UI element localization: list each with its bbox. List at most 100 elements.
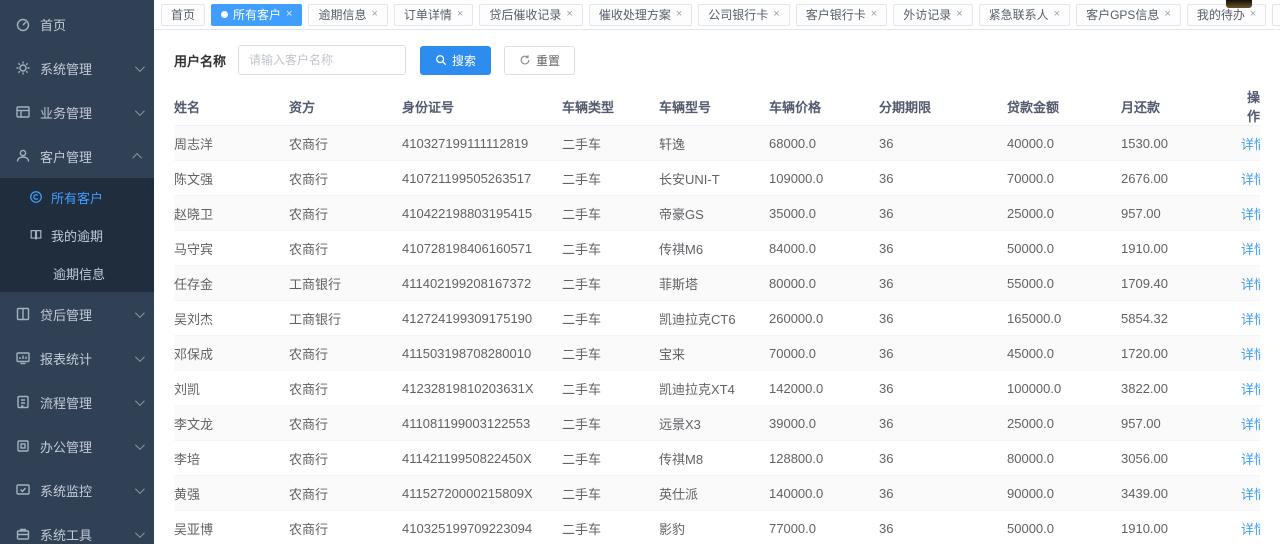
cell-vehicle-price: 128800.0 — [769, 441, 879, 476]
sidebar-item-label: 客户管理 — [40, 147, 135, 166]
sidebar-item-business[interactable]: 业务管理 — [0, 90, 154, 134]
cell-monthly-payment: 3056.00 — [1121, 441, 1241, 476]
column-header: 姓名 — [174, 87, 289, 126]
column-header: 车辆价格 — [769, 87, 879, 126]
sidebar-item-my-overdue[interactable]: 我的逾期 — [0, 216, 154, 254]
detail-link[interactable]: 详情 — [1241, 487, 1260, 502]
detail-link[interactable]: 详情 — [1241, 242, 1260, 257]
detail-link[interactable]: 详情 — [1241, 312, 1260, 327]
sidebar-item-monitoring[interactable]: 系统监控 — [0, 468, 154, 512]
tab-close-icon[interactable]: × — [1164, 9, 1170, 20]
tab[interactable]: 我的流程 × — [1272, 4, 1280, 26]
columns-icon — [15, 306, 31, 322]
cell-funder: 农商行 — [289, 441, 402, 476]
main-area: 首页 × 所有客户 × 逾期信息 × 订单详情 — [154, 0, 1280, 544]
toolbox-icon — [15, 526, 31, 542]
detail-link[interactable]: 详情 — [1241, 277, 1260, 292]
detail-link[interactable]: 详情 — [1241, 137, 1260, 152]
sidebar-item-label: 业务管理 — [40, 103, 135, 122]
tab[interactable]: 催收处理方案 × — [589, 4, 692, 26]
cell-vehicle-price: 39000.0 — [769, 406, 879, 441]
table-row: 吴亚博 农商行 410325199709223094 二手车 影豹 77000.… — [174, 511, 1260, 544]
tab-close-icon[interactable]: × — [956, 9, 962, 20]
tab-close-icon[interactable]: × — [457, 9, 463, 20]
tab[interactable]: 公司银行卡 × — [698, 4, 789, 26]
tab[interactable]: 客户GPS信息 × — [1076, 4, 1181, 26]
tab[interactable]: 所有客户 × — [211, 4, 302, 26]
cell-monthly-payment: 1720.00 — [1121, 336, 1241, 371]
table-row: 刘凯 农商行 41232819810203631X 二手车 凯迪拉克XT4 14… — [174, 371, 1260, 406]
cell-vehicle-model: 帝豪GS — [659, 196, 769, 231]
cell-vehicle-model: 轩逸 — [659, 126, 769, 161]
cell-name: 李文龙 — [174, 406, 289, 441]
tab[interactable]: 订单详情 × — [394, 4, 473, 26]
sidebar-item-customer[interactable]: 客户管理 — [0, 134, 154, 178]
tab-label: 紧急联系人 — [989, 6, 1049, 23]
detail-link[interactable]: 详情 — [1241, 172, 1260, 187]
sidebar-item-process[interactable]: 流程管理 — [0, 380, 154, 424]
tab-close-icon[interactable]: × — [371, 9, 377, 20]
sidebar-item-label: 首页 — [40, 15, 142, 34]
sidebar-item-label: 报表统计 — [40, 349, 135, 368]
tab-close-icon[interactable]: × — [773, 9, 779, 20]
tab[interactable]: 客户银行卡 × — [796, 4, 887, 26]
sidebar-item-system[interactable]: 系统管理 — [0, 46, 154, 90]
detail-link[interactable]: 详情 — [1241, 382, 1260, 397]
table-row: 陈文强 农商行 410721199505263517 二手车 长安UNI-T 1… — [174, 161, 1260, 196]
cell-vehicle-price: 109000.0 — [769, 161, 879, 196]
tab-close-icon[interactable]: × — [676, 9, 682, 20]
cell-id-number: 410728198406160571 — [402, 231, 562, 266]
column-header: 分期期限 — [879, 87, 1007, 126]
cell-vehicle-model: 传祺M6 — [659, 231, 769, 266]
cell-id-number: 410721199505263517 — [402, 161, 562, 196]
sidebar-item-label: 系统工具 — [40, 525, 135, 544]
cell-installment-term: 36 — [879, 126, 1007, 161]
search-button[interactable]: 搜索 — [420, 46, 491, 75]
tab-close-icon[interactable]: × — [566, 9, 572, 20]
cell-name: 刘凯 — [174, 371, 289, 406]
detail-link[interactable]: 详情 — [1241, 347, 1260, 362]
detail-link[interactable]: 详情 — [1241, 417, 1260, 432]
cell-funder: 农商行 — [289, 371, 402, 406]
sidebar-item-all-customers[interactable]: 所有客户 — [0, 178, 154, 216]
cell-installment-term: 36 — [879, 511, 1007, 544]
cell-installment-term: 36 — [879, 231, 1007, 266]
sidebar-item-office[interactable]: 办公管理 — [0, 424, 154, 468]
detail-link[interactable]: 详情 — [1241, 207, 1260, 222]
tab[interactable]: 首页 × — [161, 4, 205, 26]
tab[interactable]: 贷后催收记录 × — [479, 4, 582, 26]
table-row: 任存金 工商银行 411402199208167372 二手车 菲斯塔 8000… — [174, 266, 1260, 301]
detail-link[interactable]: 详情 — [1241, 452, 1260, 467]
tab-close-icon[interactable]: × — [1054, 9, 1060, 20]
tab-close-icon[interactable]: × — [286, 9, 292, 20]
sidebar-item-reports[interactable]: 报表统计 — [0, 336, 154, 380]
sidebar-item-label: 逾期信息 — [53, 264, 105, 283]
tab-label: 公司银行卡 — [708, 6, 768, 23]
sidebar-item-postloan[interactable]: 贷后管理 — [0, 292, 154, 336]
tab[interactable]: 逾期信息 × — [308, 4, 387, 26]
reset-button[interactable]: 重置 — [504, 46, 575, 75]
tab[interactable]: 紧急联系人 × — [979, 4, 1070, 26]
workflow-icon — [15, 394, 31, 410]
sidebar-item-tools[interactable]: 系统工具 — [0, 512, 154, 544]
cell-id-number: 410325199709223094 — [402, 511, 562, 544]
tab-close-icon[interactable]: × — [1250, 9, 1256, 20]
tab[interactable]: 外访记录 × — [893, 4, 972, 26]
cell-loan-amount: 45000.0 — [1007, 336, 1121, 371]
cell-name: 任存金 — [174, 266, 289, 301]
cell-funder: 农商行 — [289, 406, 402, 441]
sidebar-item-home[interactable]: 首页 — [0, 2, 154, 46]
tab-close-icon[interactable]: × — [871, 9, 877, 20]
cell-vehicle-model: 菲斯塔 — [659, 266, 769, 301]
tab-label: 客户银行卡 — [806, 6, 866, 23]
cell-id-number: 411402199208167372 — [402, 266, 562, 301]
sidebar-item-overdue-info[interactable]: 逾期信息 — [0, 254, 154, 292]
detail-link[interactable]: 详情 — [1241, 522, 1260, 537]
column-header: 车辆型号 — [659, 87, 769, 126]
table-row: 邓保成 农商行 411503198708280010 二手车 宝来 70000.… — [174, 336, 1260, 371]
cell-vehicle-model: 远景X3 — [659, 406, 769, 441]
customer-name-input[interactable] — [238, 45, 406, 75]
cell-vehicle-price: 140000.0 — [769, 476, 879, 511]
table-row: 周志洋 农商行 410327199111112819 二手车 轩逸 68000.… — [174, 126, 1260, 161]
cell-installment-term: 36 — [879, 301, 1007, 336]
